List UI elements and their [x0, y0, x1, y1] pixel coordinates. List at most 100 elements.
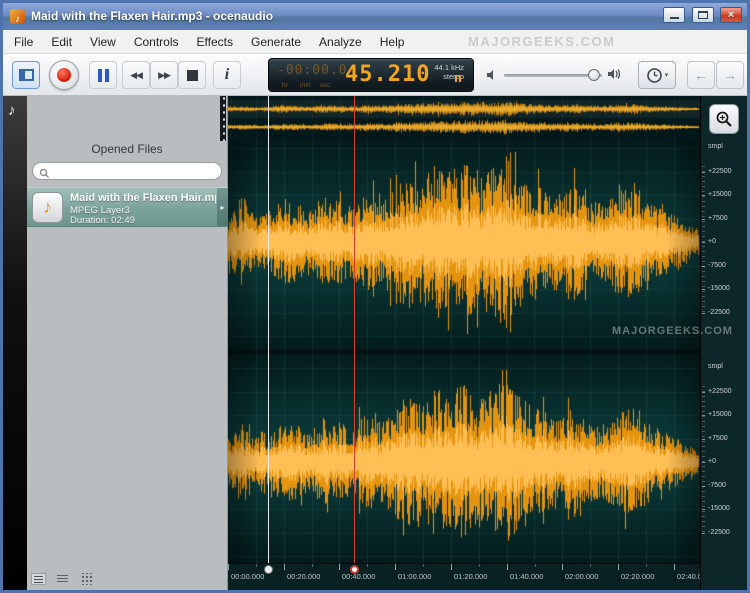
maximize-icon — [698, 11, 708, 19]
amplitude-label: -22500 — [708, 529, 730, 536]
sidebar-splitter[interactable] — [220, 96, 226, 141]
menu-generate[interactable]: Generate — [242, 30, 310, 49]
display-pause-icon — [453, 69, 461, 87]
record-button[interactable] — [49, 60, 79, 90]
clock-icon — [646, 67, 663, 84]
amplitude-label: +15000 — [708, 411, 732, 418]
unit-hr-label: hr — [282, 82, 288, 89]
timeline-label: 00:00.000 — [231, 572, 264, 581]
info-button[interactable]: i — [213, 61, 241, 89]
window-title: Maid with the Flaxen Hair.mp3 - ocenaudi… — [31, 9, 273, 23]
file-list-item[interactable]: ♪ Maid with the Flaxen Hair.mp3 MPEG Lay… — [27, 187, 228, 227]
record-icon — [57, 68, 71, 82]
maximize-button[interactable] — [692, 7, 714, 23]
time-format-button[interactable]: ▾ — [638, 61, 676, 89]
amplitude-ruler: smpl+22500+15000+7500+0-7500-15000-22500… — [700, 96, 747, 590]
search-input[interactable] — [53, 164, 215, 178]
amplitude-label: +15000 — [708, 191, 732, 198]
amplitude-label: +7500 — [708, 215, 728, 222]
menu-edit[interactable]: Edit — [42, 30, 81, 49]
amplitude-tick — [702, 392, 705, 393]
menu-file[interactable]: File — [5, 30, 42, 49]
amplitude-tick — [702, 462, 705, 463]
expand-icon: ▸ — [220, 203, 224, 212]
timeline-label: 02:40.000 — [677, 572, 700, 581]
timeline-ruler[interactable]: 00:00.000 00:20.000 00:40.000 01:00.000 01:2… — [228, 563, 700, 590]
menubar: FileEditViewControlsEffectsGenerateAnaly… — [3, 30, 747, 54]
window-controls: × — [661, 7, 742, 25]
file-note-glyph: ♪ — [43, 197, 52, 217]
playback-time: 45.210 — [345, 62, 430, 87]
app-icon: ♪ — [10, 9, 25, 24]
search-box[interactable] — [32, 162, 222, 180]
timeline-label: 00:20.000 — [287, 572, 320, 581]
playhead-line — [354, 96, 355, 563]
app-window: ♪ Maid with the Flaxen Hair.mp3 - ocenau… — [0, 0, 750, 593]
info-icon: i — [225, 66, 229, 84]
amplitude-label: -22500 — [708, 309, 730, 316]
menu-effects[interactable]: Effects — [188, 30, 242, 49]
timeline-tick-minor — [423, 564, 424, 567]
timeline-tick-minor — [256, 564, 257, 567]
amplitude-unit-label: smpl — [708, 143, 723, 150]
timeline-tick — [618, 564, 619, 570]
timeline-label: 00:40.000 — [342, 572, 375, 581]
editor-view-icon — [19, 69, 34, 81]
file-duration: Duration: 02:49 — [70, 215, 135, 226]
detailed-list-view-button[interactable] — [31, 573, 46, 585]
volume-low-icon[interactable] — [486, 68, 498, 86]
rewind-button[interactable]: ◀◀ — [122, 61, 150, 89]
navigate-back-button[interactable]: ← — [687, 61, 715, 89]
close-button[interactable]: × — [720, 7, 742, 23]
close-icon: × — [721, 8, 741, 22]
timeline-tick — [674, 564, 675, 570]
file-expand-arrow[interactable]: ▸ — [217, 188, 228, 226]
amplitude-label: -15000 — [708, 285, 730, 292]
waveform-pane: 00:00.000 00:20.000 00:40.000 01:00.000 01:2… — [228, 96, 700, 590]
dropdown-icon: ▾ — [665, 71, 669, 79]
timeline-tick — [339, 564, 340, 570]
toolbar: ◀◀ ▶▶ i -00:00.0 hr min sec 45.210 44.1 … — [3, 54, 747, 96]
amplitude-label: -7500 — [708, 262, 726, 269]
timeline-tick — [507, 564, 508, 570]
editor-view-button[interactable] — [12, 61, 40, 89]
amplitude-label: +22500 — [708, 388, 732, 395]
timeline-tick-minor — [590, 564, 591, 567]
timeline-label: 01:20.000 — [454, 572, 487, 581]
playhead-pin[interactable] — [350, 565, 359, 574]
titlebar[interactable]: ♪ Maid with the Flaxen Hair.mp3 - ocenau… — [3, 3, 747, 30]
stop-button[interactable] — [178, 61, 206, 89]
menu-help[interactable]: Help — [371, 30, 414, 49]
volume-slider[interactable] — [504, 66, 602, 84]
menu-view[interactable]: View — [81, 30, 125, 49]
navigate-forward-button[interactable]: → — [716, 61, 744, 89]
fast-forward-button[interactable]: ▶▶ — [150, 61, 178, 89]
volume-thumb[interactable] — [588, 69, 600, 81]
amplitude-tick — [702, 242, 705, 243]
files-tab-icon[interactable]: ♪ — [8, 102, 16, 119]
back-icon: ← — [694, 67, 708, 83]
pause-button[interactable] — [89, 61, 117, 89]
pause-icon-bar-left — [98, 69, 102, 82]
watermark-menubar: MAJORGEEKS.COM — [468, 34, 615, 49]
amplitude-label: -15000 — [708, 505, 730, 512]
timeline-label: 01:00.000 — [398, 572, 431, 581]
timeline-tick — [228, 564, 229, 570]
amplitude-label: +7500 — [708, 435, 728, 442]
waveform-canvas[interactable] — [228, 141, 700, 563]
menu-controls[interactable]: Controls — [125, 30, 188, 49]
menu-analyze[interactable]: Analyze — [310, 30, 371, 49]
offset-time: -00:00.0 — [277, 63, 348, 78]
view-mode-bar — [31, 573, 99, 587]
edit-cursor-pin[interactable] — [264, 565, 273, 574]
amplitude-tick — [702, 266, 705, 267]
compact-list-view-button[interactable] — [55, 573, 70, 585]
grid-view-button[interactable] — [80, 573, 94, 585]
app-icon-note: ♪ — [15, 14, 20, 25]
overview-waveform[interactable] — [228, 96, 700, 141]
volume-high-icon[interactable] — [607, 67, 622, 86]
amplitude-tick — [702, 439, 705, 440]
search-icon — [39, 166, 50, 184]
minimize-button[interactable] — [663, 7, 685, 23]
timeline-tick — [395, 564, 396, 570]
